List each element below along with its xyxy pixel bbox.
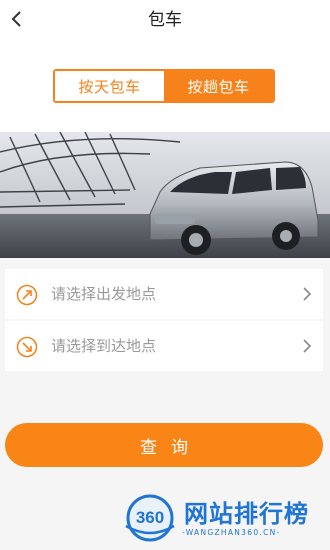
destination-location-field[interactable]: 请选择到达地点 (5, 321, 323, 371)
tab-charter-by-day[interactable]: 按天包车 (55, 71, 164, 101)
vehicle-banner-image (0, 132, 330, 258)
departure-placeholder: 请选择出发地点 (51, 285, 157, 303)
charter-mode-toggle: 按天包车 按趟包车 (53, 69, 275, 103)
query-button[interactable]: 查询 (5, 423, 323, 467)
arrow-up-right-icon (16, 284, 38, 306)
back-button[interactable] (2, 4, 32, 34)
destination-placeholder: 请选择到达地点 (51, 337, 157, 355)
tab-charter-by-trip[interactable]: 按趟包车 (164, 71, 273, 101)
chevron-right-icon (303, 287, 312, 301)
svg-text:360: 360 (136, 508, 164, 527)
page-title: 包车 (148, 10, 182, 30)
chevron-left-icon (11, 11, 21, 27)
chevron-right-icon (303, 339, 312, 353)
departure-location-field[interactable]: 请选择出发地点 (5, 269, 323, 319)
logo-360-icon: 360 (125, 494, 175, 542)
top-nav-bar: 包车 (0, 0, 330, 40)
site-watermark: 360 网站排行榜 -WANGZHAN360.CN- (120, 492, 325, 544)
minivan-photo (0, 132, 330, 258)
watermark-subtitle: -WANGZHAN360.CN- (182, 528, 281, 537)
mode-section: 按天包车 按趟包车 (0, 40, 330, 132)
watermark-title: 网站排行榜 (184, 500, 309, 528)
arrow-down-right-icon (16, 336, 38, 358)
